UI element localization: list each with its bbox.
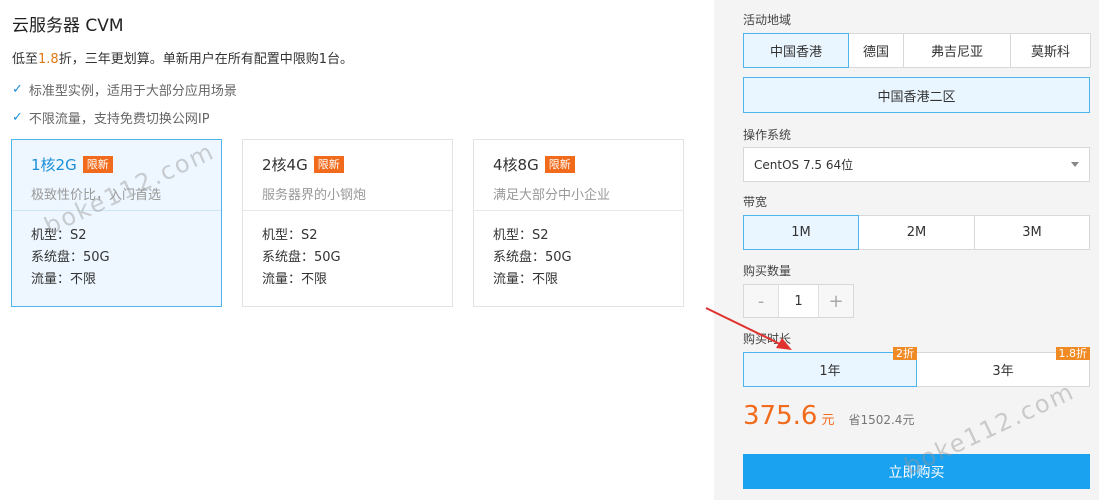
new-user-badge: 限新 (313, 156, 344, 173)
buy-now-button[interactable]: 立即购买 (743, 454, 1090, 489)
new-user-badge: 限新 (544, 156, 575, 173)
price-amount: 375.6 (743, 401, 818, 431)
annotation-arrow-icon (705, 307, 792, 350)
config-card-4c8g[interactable]: 4核8G 限新 满足大部分中小企业 机型：S2 系统盘：50G 流量：不限 (473, 139, 684, 307)
quantity-label: 购买数量 (743, 264, 792, 278)
price-summary: 375.6 元 省1502.4元 (743, 401, 914, 431)
bandwidth-option-1m[interactable]: 1M (743, 215, 859, 250)
duration-option-3y[interactable]: 3年 1.8折 (916, 347, 1090, 387)
bandwidth-option-2m[interactable]: 2M (858, 215, 975, 250)
card-description: 服务器界的小钢炮 (262, 188, 367, 203)
new-user-badge: 限新 (82, 156, 113, 173)
card-description: 极致性价比，入门首选 (31, 188, 162, 203)
region-option-germany[interactable]: 德国 (848, 33, 904, 68)
check-icon: ✓ (12, 110, 23, 125)
check-icon: ✓ (12, 82, 23, 97)
region-option-hongkong[interactable]: 中国香港 (743, 33, 849, 68)
duration-selector: 1年 2折 3年 1.8折 (743, 347, 1090, 387)
os-select[interactable]: CentOS 7.5 64位 (743, 147, 1090, 182)
discount-tag: 2折 (893, 347, 917, 360)
region-option-virginia[interactable]: 弗吉尼亚 (903, 33, 1011, 68)
product-panel: 云服务器 CVM 低至1.8折，三年更划算。单新用户在所有配置中限购1台。 ✓ … (0, 0, 714, 500)
feature-item: ✓ 标准型实例，适用于大部分应用场景 (12, 82, 237, 99)
card-specs: 机型：S2 系统盘：50G 流量：不限 (493, 228, 572, 287)
purchase-panel: 活动地域 中国香港 德国 弗吉尼亚 莫斯科 中国香港二区 操作系统 CentOS… (714, 0, 1099, 500)
card-name: 1核2G (31, 156, 77, 174)
card-description: 满足大部分中小企业 (493, 188, 611, 203)
card-name: 2核4G (262, 156, 308, 174)
price-saving: 省1502.4元 (848, 413, 915, 427)
region-selector: 中国香港 德国 弗吉尼亚 莫斯科 (743, 33, 1091, 68)
duration-option-1y[interactable]: 1年 2折 (743, 347, 917, 387)
card-specs: 机型：S2 系统盘：50G 流量：不限 (31, 228, 110, 287)
region-label: 活动地域 (743, 13, 792, 27)
os-label: 操作系统 (743, 128, 792, 142)
card-name: 4核8G (493, 156, 539, 174)
increment-button[interactable]: + (819, 285, 853, 317)
config-card-2c4g[interactable]: 2核4G 限新 服务器界的小钢炮 机型：S2 系统盘：50G 流量：不限 (242, 139, 453, 307)
config-card-1c2g[interactable]: 1核2G 限新 极致性价比，入门首选 机型：S2 系统盘：50G 流量：不限 (11, 139, 222, 307)
promo-subtitle: 低至1.8折，三年更划算。单新用户在所有配置中限购1台。 (12, 52, 353, 67)
region-option-moscow[interactable]: 莫斯科 (1010, 33, 1091, 68)
bandwidth-selector: 1M 2M 3M (743, 215, 1090, 250)
caret-down-icon (1071, 162, 1079, 167)
bandwidth-label: 带宽 (743, 195, 768, 209)
feature-item: ✓ 不限流量，支持免费切换公网IP (12, 110, 210, 127)
price-unit: 元 (821, 413, 835, 428)
discount-tag: 1.8折 (1055, 347, 1090, 360)
zone-option[interactable]: 中国香港二区 (743, 77, 1090, 113)
card-specs: 机型：S2 系统盘：50G 流量：不限 (262, 228, 341, 287)
page-title: 云服务器 CVM (12, 16, 124, 36)
bandwidth-option-3m[interactable]: 3M (974, 215, 1090, 250)
